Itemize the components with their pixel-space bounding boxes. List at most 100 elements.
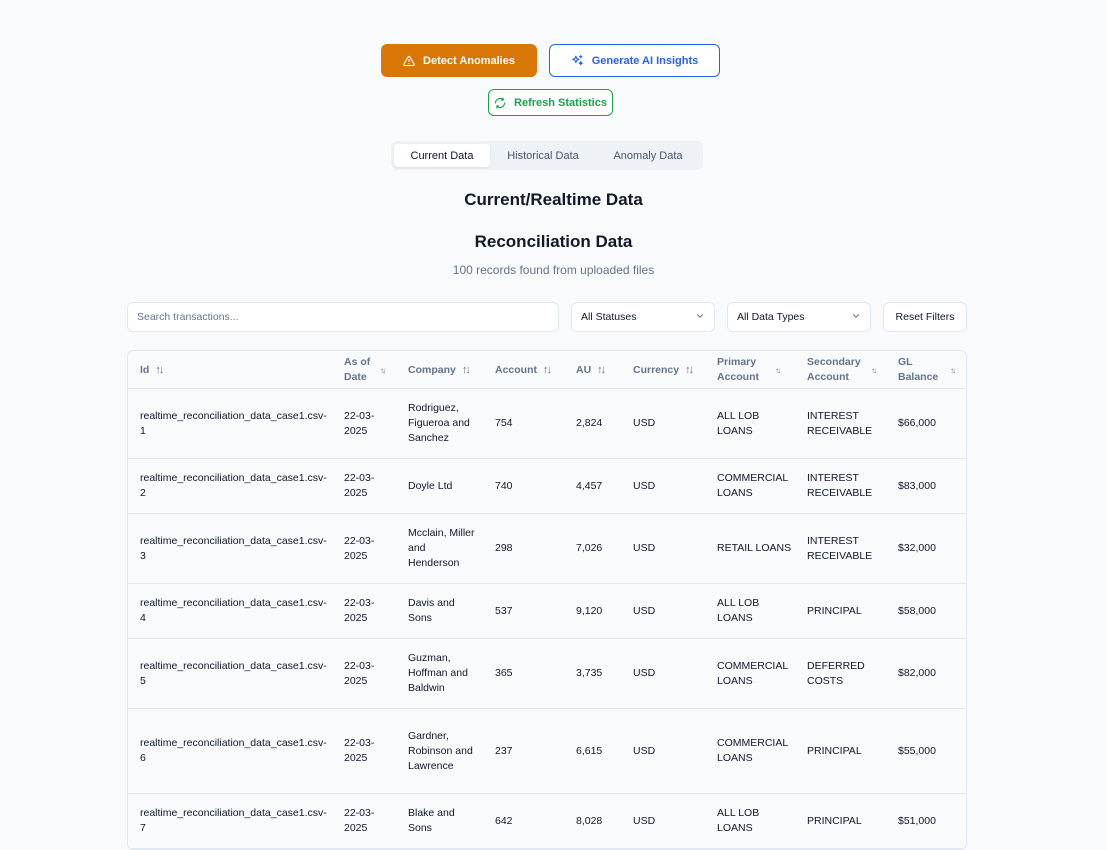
action-buttons: Detect Anomalies Generate AI Insights [0,44,1107,77]
cell-currency: USD [633,604,656,617]
cell-secondary-account: PRINCIPAL [807,744,862,757]
column-header-au[interactable]: AU ↑↓ [576,351,606,389]
cell-currency: USD [633,814,656,827]
sort-icon: ↑↓ [775,365,781,375]
data-type-select[interactable]: All Data Types [727,302,871,332]
cell-id: realtime_reconciliation_data_case1.csv-1 [140,409,327,437]
chevron-down-icon [851,311,861,324]
column-header-as-of-date[interactable]: As of Date ↑↓ [344,351,392,389]
cell-gl-balance: $82,000 [898,667,936,679]
cell-account: 537 [495,604,513,617]
refresh-statistics-label: Refresh Statistics [514,96,607,109]
cell-gl-balance: $58,000 [898,604,936,617]
cell-id: realtime_reconciliation_data_case1.csv-3 [140,534,327,562]
cell-primary-account: COMMERCIAL LOANS [717,659,788,687]
cell-date: 22-03-2025 [344,534,375,562]
column-header-id[interactable]: Id ↑↓ [140,351,164,389]
data-type-select-value: All Data Types [737,311,805,323]
cell-currency: USD [633,417,656,429]
detect-anomalies-button[interactable]: Detect Anomalies [381,44,537,77]
reconciliation-table: Id ↑↓ As of Date ↑↓ Company ↑↓ Account ↑↓ AU… [127,350,967,850]
cell-date: 22-03-2025 [344,409,375,437]
column-header-label: GL Balance [898,356,939,383]
column-header-label: As of Date [344,356,371,383]
cell-currency: USD [633,479,656,492]
cell-gl-balance: $51,000 [898,814,936,827]
tab-anomaly-data[interactable]: Anomaly Data [596,144,700,167]
table-header: Id ↑↓ As of Date ↑↓ Company ↑↓ Account ↑↓ AU… [128,351,966,389]
tab-historical-data[interactable]: Historical Data [490,144,596,167]
cell-date: 22-03-2025 [344,807,375,834]
table-row[interactable]: realtime_reconciliation_data_case1.csv-6… [128,709,966,794]
sort-icon: ↑↓ [155,363,164,376]
column-header-company[interactable]: Company ↑↓ [408,351,471,389]
cell-account: 237 [495,744,513,757]
cell-account: 740 [495,479,513,492]
status-select[interactable]: All Statuses [571,302,715,332]
cell-date: 22-03-2025 [344,737,375,764]
cell-au: 6,615 [576,744,603,757]
table-row[interactable]: realtime_reconciliation_data_case1.csv-2… [128,459,966,514]
cell-company: Davis and Sons [408,597,455,624]
filter-bar: Search transactions... All Statuses All … [127,302,967,332]
sort-icon: ↑↓ [871,365,877,375]
cell-primary-account: RETAIL LOANS [717,542,792,554]
cell-gl-balance: $66,000 [898,417,936,429]
column-header-gl-balance[interactable]: GL Balance ↑↓ [898,351,958,389]
cell-account: 298 [495,542,513,554]
cell-au: 7,026 [576,542,603,554]
records-count: 100 records found from uploaded files [452,263,655,277]
cell-gl-balance: $83,000 [898,479,936,492]
cell-company: Guzman, Hoffman and Baldwin [408,652,468,694]
cell-id: realtime_reconciliation_data_case1.csv-5 [140,659,327,687]
cell-au: 4,457 [576,479,603,492]
table-row[interactable]: realtime_reconciliation_data_case1.csv-4… [128,584,966,639]
cell-currency: USD [633,744,656,757]
chevron-down-icon [695,311,705,324]
cell-secondary-account: INTEREST RECEIVABLE [807,409,873,437]
cell-secondary-account: INTEREST RECEIVABLE [807,534,873,562]
table-row[interactable]: realtime_reconciliation_data_case1.csv-1… [128,389,966,459]
cell-secondary-account: DEFERRED COSTS [807,659,865,687]
cell-secondary-account: INTEREST RECEIVABLE [807,472,873,499]
cell-au: 3,735 [576,667,603,679]
data-tabs: Current Data Historical Data Anomaly Dat… [391,141,703,170]
sort-icon: ↑↓ [597,363,606,376]
refresh-row: Refresh Statistics [0,89,1107,116]
cell-gl-balance: $32,000 [898,542,936,554]
cell-currency: USD [633,667,656,679]
table-row[interactable]: realtime_reconciliation_data_case1.csv-3… [128,514,966,584]
search-input[interactable]: Search transactions... [127,302,559,332]
cell-company: Gardner, Robinson and Lawrence [408,729,473,772]
column-header-currency[interactable]: Currency ↑↓ [633,351,694,389]
cell-primary-account: ALL LOB LOANS [717,597,760,624]
warning-icon [403,55,415,67]
tab-current-data[interactable]: Current Data [394,144,490,167]
status-select-value: All Statuses [581,311,637,323]
refresh-statistics-button[interactable]: Refresh Statistics [488,89,613,116]
cell-primary-account: COMMERCIAL LOANS [717,737,788,764]
reset-filters-button[interactable]: Reset Filters [883,302,967,332]
cell-id: realtime_reconciliation_data_case1.csv-7 [140,807,327,834]
column-header-label: Currency [633,363,680,376]
sort-icon: ↑↓ [543,363,552,376]
generate-ai-insights-button[interactable]: Generate AI Insights [549,44,720,77]
column-header-account[interactable]: Account ↑↓ [495,351,552,389]
cell-currency: USD [633,542,656,554]
cell-company: Mcclain, Miller and Henderson [408,527,475,569]
cell-account: 642 [495,814,513,827]
table-row[interactable]: realtime_reconciliation_data_case1.csv-5… [128,639,966,709]
cell-date: 22-03-2025 [344,659,375,687]
section-title: Current/Realtime Data [464,190,643,209]
column-header-primary-account[interactable]: Primary Account ↑↓ [717,351,787,389]
table-row[interactable]: realtime_reconciliation_data_case1.csv-7… [128,794,966,849]
column-header-label: AU [576,363,592,376]
cell-secondary-account: PRINCIPAL [807,814,862,827]
cell-gl-balance: $55,000 [898,744,936,757]
cell-au: 8,028 [576,814,603,827]
cell-date: 22-03-2025 [344,597,375,624]
cell-au: 2,824 [576,417,603,429]
sort-icon: ↑↓ [461,363,471,376]
refresh-icon [494,96,506,109]
column-header-secondary-account[interactable]: Secondary Account ↑↓ [807,351,879,389]
